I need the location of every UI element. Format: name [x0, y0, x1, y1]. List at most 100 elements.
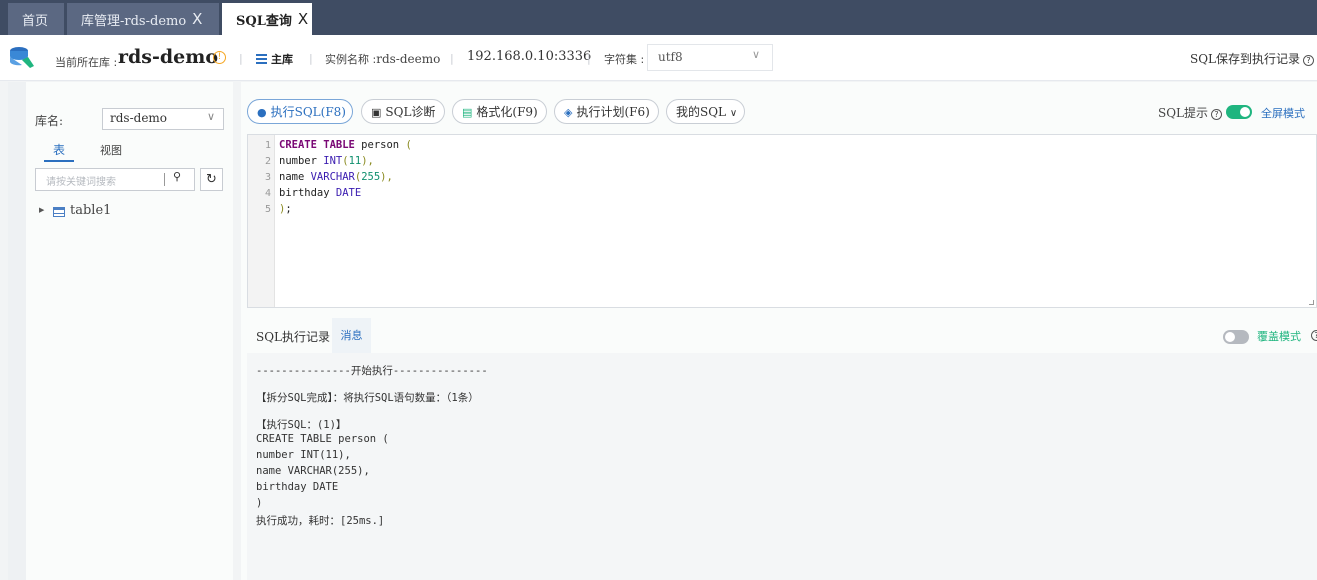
message-line: 【执行SQL：(1)】: [256, 419, 347, 431]
code-line: );: [279, 203, 292, 215]
help-icon[interactable]: ?: [1303, 55, 1315, 66]
code-line: birthday DATE: [279, 187, 361, 199]
message-line: birthday DATE: [256, 481, 339, 493]
charset-label: 字符集 :: [604, 53, 645, 66]
save-to-history-label: SQL保存到执行记录: [1190, 52, 1301, 66]
main-area: ● 执行SQL(F8) ▣ SQL诊断 ▤ 格式化(F9) ◈ 执行计划(F6) 我的S…: [241, 82, 1317, 580]
message-output: ---------------开始执行--------------- 【拆分SQ…: [247, 353, 1317, 580]
separator: |: [309, 52, 313, 65]
format-button[interactable]: ▤ 格式化(F9): [452, 99, 547, 124]
punctuation: ),: [361, 155, 374, 167]
message-line: 执行成功，耗时：[25ms.]: [256, 515, 385, 527]
line-number: 2: [264, 156, 271, 167]
instance-label: 实例名称 :: [325, 53, 377, 66]
overwrite-mode-label: 覆盖模式: [1257, 330, 1301, 343]
help-icon[interactable]: ?: [1311, 330, 1317, 341]
format-icon: ▤: [462, 106, 473, 119]
tab-sql-query-label: SQL查询: [236, 13, 292, 29]
sql-hint: SQL提示?: [1158, 104, 1223, 121]
fullscreen-label: 全屏模式: [1261, 107, 1305, 120]
plan-icon: ◈: [564, 106, 573, 119]
message-line: 【拆分SQL完成】：将执行SQL语句数量：（1条）: [256, 392, 479, 404]
sidebar: 库名: rds-demo ∨ 表 视图 请按关键词搜索 ⚲ ↻ ▶ table1: [8, 82, 233, 580]
type: DATE: [335, 187, 362, 199]
type: VARCHAR: [310, 171, 355, 183]
close-icon[interactable]: X: [298, 10, 308, 28]
save-to-history-toggle[interactable]: SQL保存到执行记录?: [1190, 50, 1315, 67]
charset-select[interactable]: utf8 ∨: [647, 44, 773, 71]
search-icon[interactable]: ⚲: [173, 170, 181, 183]
overwrite-mode-toggle[interactable]: [1223, 330, 1249, 344]
type: INT: [323, 155, 343, 167]
format-label: 格式化(F9): [476, 105, 538, 119]
help-icon[interactable]: ?: [1211, 109, 1223, 120]
refresh-button[interactable]: ↻: [200, 168, 223, 191]
number: 255: [361, 171, 381, 183]
sql-diagnose-label: SQL诊断: [385, 105, 436, 119]
punctuation: ),: [380, 171, 393, 183]
execution-plan-label: 执行计划(F6): [576, 105, 650, 119]
tab-sql-history[interactable]: SQL执行记录: [256, 328, 330, 345]
code-line: number INT(11),: [279, 155, 374, 167]
database-logo-icon: [10, 47, 34, 68]
db-select-label: 库名:: [35, 114, 64, 128]
charset-value: utf8: [658, 50, 683, 64]
sql-editor[interactable]: 1 2 3 4 5 CREATE TABLE person ( number I…: [247, 134, 1317, 308]
identifier: person: [354, 139, 406, 151]
message-line: CREATE TABLE person (: [256, 433, 389, 445]
close-icon[interactable]: X: [192, 10, 202, 28]
tab-tables[interactable]: 表: [44, 141, 75, 162]
identifier: birthday: [279, 187, 336, 199]
master-db-badge: 主库: [256, 51, 293, 67]
play-icon: ●: [257, 106, 267, 119]
tab-sql-query[interactable]: SQL查询 X: [222, 3, 312, 35]
line-number-gutter: 1 2 3 4 5: [248, 135, 275, 307]
table-icon: [53, 207, 65, 217]
db-select[interactable]: rds-demo ∨: [102, 108, 224, 130]
expand-arrow-icon[interactable]: ▶: [39, 206, 44, 214]
search-placeholder: 请按关键词搜索: [46, 177, 116, 188]
execute-sql-label: 执行SQL(F8): [270, 105, 346, 119]
keyword: CREATE TABLE: [279, 139, 355, 151]
message-line: ): [256, 497, 263, 509]
line-number: 1: [264, 140, 271, 151]
code-line: CREATE TABLE person (: [279, 139, 412, 151]
tree-item-table1[interactable]: table1: [70, 203, 111, 218]
tab-home[interactable]: 首页: [8, 3, 64, 35]
number: 11: [348, 155, 362, 167]
message-line: ---------------开始执行---------------: [256, 365, 488, 377]
line-number: 5: [264, 204, 271, 215]
search-input[interactable]: 请按关键词搜索 ⚲: [35, 168, 195, 191]
instance-name: rds-deemo: [376, 52, 441, 66]
tab-db-management[interactable]: 库管理-rds-demo X: [67, 3, 219, 35]
tab-messages[interactable]: 消息: [332, 318, 371, 353]
info-bar: 当前所在库 : rds-demo ! | 主库 | 实例名称 :rds-deem…: [0, 35, 1317, 81]
identifier: number: [279, 155, 324, 167]
chevron-down-icon: ∨: [206, 110, 215, 123]
tab-views[interactable]: 视图: [100, 142, 122, 158]
my-sql-dropdown[interactable]: 我的SQL ∨: [666, 99, 745, 124]
tab-db-management-label: 库管理-rds-demo: [81, 13, 187, 29]
sql-hint-toggle[interactable]: [1226, 105, 1252, 119]
execute-sql-button[interactable]: ● 执行SQL(F8): [247, 99, 353, 124]
diagnose-icon: ▣: [371, 106, 382, 119]
fullscreen-button[interactable]: 全屏模式: [1261, 105, 1305, 121]
sql-hint-label: SQL提示: [1158, 106, 1209, 120]
execution-plan-button[interactable]: ◈ 执行计划(F6): [554, 99, 659, 124]
chevron-down-icon: ∨: [751, 48, 760, 61]
message-line: name VARCHAR(255),: [256, 465, 370, 477]
sql-diagnose-button[interactable]: ▣ SQL诊断: [361, 99, 445, 124]
instance-info: 实例名称 :rds-deemo: [325, 51, 440, 67]
host-address: 192.168.0.10:3336: [467, 49, 592, 64]
separator: |: [587, 52, 591, 65]
info-icon[interactable]: !: [213, 51, 226, 64]
punctuation: (: [405, 139, 412, 151]
identifier: name: [279, 171, 311, 183]
resize-handle[interactable]: [1309, 300, 1314, 305]
tab-bar: 首页 库管理-rds-demo X SQL查询 X: [0, 0, 1317, 35]
line-number: 3: [264, 172, 271, 183]
db-select-value: rds-demo: [110, 111, 168, 125]
tab-home-label: 首页: [22, 13, 49, 29]
separator: |: [450, 52, 454, 65]
code-line: name VARCHAR(255),: [279, 171, 393, 183]
